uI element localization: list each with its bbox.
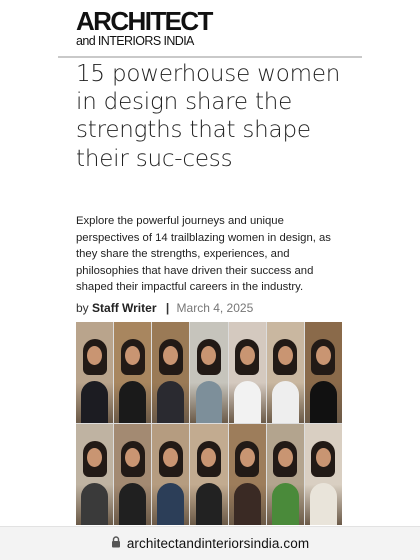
portrait-tile <box>76 424 114 525</box>
article-dek: Explore the powerful journeys and unique… <box>76 215 331 294</box>
portrait-clothing <box>119 482 147 525</box>
portrait-face <box>239 448 255 468</box>
portrait-tile <box>304 322 342 423</box>
portrait-clothing <box>233 380 261 423</box>
url-text: architectandinteriorsindia.com <box>126 536 310 551</box>
portrait-face <box>239 346 255 366</box>
portrait-clothing <box>157 482 185 525</box>
portrait-clothing <box>233 482 261 525</box>
portrait-tile <box>152 322 190 423</box>
portrait-clothing <box>157 380 185 423</box>
byline-prefix: by <box>76 301 89 315</box>
portrait-clothing <box>81 380 108 423</box>
portrait-clothing <box>195 482 223 525</box>
article-headline: 15 powerhouse women in design share the … <box>76 61 341 172</box>
portrait-clothing <box>310 380 337 423</box>
portrait-tile <box>228 322 266 423</box>
portrait-clothing <box>310 482 337 525</box>
lock-icon <box>111 535 121 553</box>
portrait-tile <box>114 322 152 423</box>
logo-line-2: and INTERIORS INDIA <box>76 34 194 48</box>
portrait-clothing <box>81 482 108 525</box>
header-divider <box>58 56 362 58</box>
portrait-tile <box>152 424 190 525</box>
hero-image-collage[interactable] <box>76 322 342 525</box>
publish-date: March 4, 2025 <box>176 301 254 315</box>
masthead-logo[interactable]: ARCHITECT and INTERIORS INDIA <box>76 6 216 49</box>
portrait-tile <box>266 322 304 423</box>
portrait-tile <box>190 424 228 525</box>
portrait-tile <box>190 322 228 423</box>
portrait-clothing <box>195 380 223 423</box>
portrait-clothing <box>119 380 147 423</box>
browser-url-bar[interactable]: architectandinteriorsindia.com <box>0 526 420 560</box>
portrait-face <box>315 346 331 366</box>
portrait-tile <box>266 424 304 525</box>
author-link[interactable]: Staff Writer <box>92 301 156 315</box>
byline: by Staff Writer | March 4, 2025 <box>76 300 253 316</box>
portrait-tile <box>304 424 342 525</box>
portrait-tile <box>228 424 266 525</box>
portrait-face <box>277 448 293 468</box>
portrait-clothing <box>271 380 299 423</box>
byline-separator: | <box>165 301 170 315</box>
portrait-tile <box>114 424 152 525</box>
logo-line-1: ARCHITECT <box>76 6 213 36</box>
portrait-tile <box>76 322 114 423</box>
portrait-clothing <box>271 482 299 525</box>
portrait-face <box>277 346 293 366</box>
portrait-face <box>315 448 331 468</box>
